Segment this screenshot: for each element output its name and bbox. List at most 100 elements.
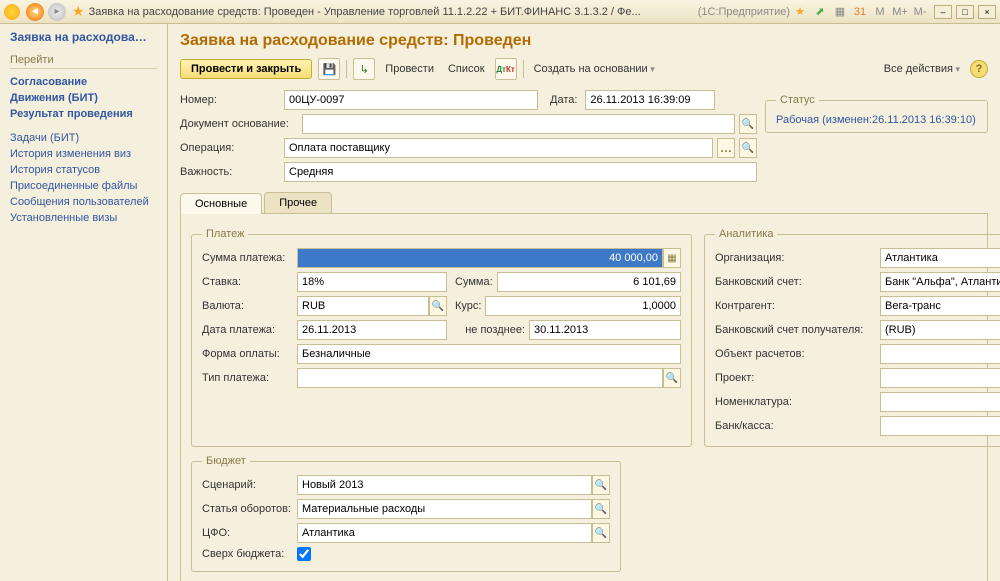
page-title: Заявка на расходование средств: Проведен bbox=[180, 32, 988, 50]
post-icon-button[interactable]: ↳ bbox=[353, 58, 375, 80]
bankacc-input[interactable] bbox=[880, 272, 1000, 292]
calendar-tool-icon[interactable]: 31 bbox=[852, 4, 868, 20]
org-label: Организация: bbox=[715, 252, 880, 264]
status-legend: Статус bbox=[776, 94, 819, 106]
app-logo-icon bbox=[4, 4, 20, 20]
save-button[interactable]: 💾 bbox=[318, 58, 340, 80]
number-label: Номер: bbox=[180, 94, 280, 106]
sidebar-item-set-visas[interactable]: Установленные визы bbox=[10, 211, 157, 225]
operation-label: Операция: bbox=[180, 142, 280, 154]
star-tool-icon[interactable]: ★ bbox=[792, 4, 808, 20]
sidebar-item-user-messages[interactable]: Сообщения пользователей bbox=[10, 195, 157, 209]
sidebar-item-status-history[interactable]: История статусов bbox=[10, 163, 157, 177]
favorite-star-icon[interactable]: ★ bbox=[72, 3, 85, 20]
sidebar-item-tasks[interactable]: Задачи (БИТ) bbox=[10, 131, 157, 145]
payment-sum-label: Сумма платежа: bbox=[202, 252, 297, 264]
until-input[interactable] bbox=[529, 320, 681, 340]
importance-label: Важность: bbox=[180, 166, 280, 178]
paytype-lookup-button[interactable]: 🔍 bbox=[663, 368, 681, 388]
counterparty-label: Контрагент: bbox=[715, 300, 880, 312]
go-tool-icon[interactable]: ⬈ bbox=[812, 4, 828, 20]
recvacc-input[interactable] bbox=[880, 320, 1000, 340]
create-based-on-dropdown[interactable]: Создать на основании bbox=[530, 60, 659, 78]
sidebar-item-attachments[interactable]: Присоединенные файлы bbox=[10, 179, 157, 193]
payment-legend: Платеж bbox=[202, 228, 248, 240]
window-title: Заявка на расходование средств: Проведен… bbox=[89, 6, 694, 18]
paytype-label: Тип платежа: bbox=[202, 372, 297, 384]
mem-mplus-button[interactable]: М+ bbox=[892, 4, 908, 20]
cash-input[interactable] bbox=[880, 416, 1000, 436]
basis-input[interactable] bbox=[302, 114, 735, 134]
mem-mminus-button[interactable]: М- bbox=[912, 4, 928, 20]
sidebar-item-posting-result[interactable]: Результат проведения bbox=[10, 107, 157, 121]
operation-lookup-button[interactable]: 🔍 bbox=[739, 138, 757, 158]
number-input[interactable] bbox=[284, 90, 538, 110]
cash-label: Банк/касса: bbox=[715, 420, 880, 432]
date-input[interactable] bbox=[585, 90, 715, 110]
org-input[interactable] bbox=[880, 248, 1000, 268]
rate-input[interactable] bbox=[297, 272, 447, 292]
payment-sum-calc-button[interactable]: ▦ bbox=[663, 248, 681, 268]
tab-main[interactable]: Основные bbox=[180, 193, 262, 214]
scenario-lookup-button[interactable]: 🔍 bbox=[592, 475, 610, 495]
bankacc-label: Банковский счет: bbox=[715, 276, 880, 288]
sidebar-item-visa-history[interactable]: История изменения виз bbox=[10, 147, 157, 161]
currency-input[interactable] bbox=[297, 296, 429, 316]
amount-label: Сумма: bbox=[455, 276, 493, 288]
sidebar-item-approval[interactable]: Согласование bbox=[10, 75, 157, 89]
status-link[interactable]: Рабочая (изменен:26.11.2013 16:39:10) bbox=[776, 114, 977, 126]
budget-legend: Бюджет bbox=[202, 455, 250, 467]
cfo-label: ЦФО: bbox=[202, 527, 297, 539]
paydate-label: Дата платежа: bbox=[202, 324, 297, 336]
nomen-label: Номенклатура: bbox=[715, 396, 880, 408]
calc-tool-icon[interactable]: ▦ bbox=[832, 4, 848, 20]
scenario-input[interactable] bbox=[297, 475, 592, 495]
post-link[interactable]: Провести bbox=[381, 60, 438, 78]
window-suffix: (1С:Предприятие) bbox=[698, 6, 790, 18]
currency-label: Валюта: bbox=[202, 300, 297, 312]
paytype-input[interactable] bbox=[297, 368, 663, 388]
payment-sum-input[interactable] bbox=[297, 248, 663, 268]
scenario-label: Сценарий: bbox=[202, 479, 297, 491]
breadcrumb[interactable]: Заявка на расходова… bbox=[10, 30, 157, 44]
sidebar-item-movements[interactable]: Движения (БИТ) bbox=[10, 91, 157, 105]
cfo-input[interactable] bbox=[297, 523, 592, 543]
recvacc-label: Банковский счет получателя: bbox=[715, 324, 880, 336]
exrate-input[interactable] bbox=[485, 296, 681, 316]
counterparty-input[interactable] bbox=[880, 296, 1000, 316]
settlement-label: Объект расчетов: bbox=[715, 348, 880, 360]
post-and-close-button[interactable]: Провести и закрыть bbox=[180, 59, 312, 79]
close-button[interactable]: × bbox=[978, 5, 996, 19]
amount-input[interactable] bbox=[497, 272, 681, 292]
importance-input[interactable] bbox=[284, 162, 757, 182]
over-budget-checkbox[interactable] bbox=[297, 547, 311, 561]
date-label: Дата: bbox=[550, 94, 577, 106]
cfo-lookup-button[interactable]: 🔍 bbox=[592, 523, 610, 543]
settlement-input[interactable] bbox=[880, 344, 1000, 364]
mem-m-button[interactable]: М bbox=[872, 4, 888, 20]
list-link[interactable]: Список bbox=[444, 60, 489, 78]
turnover-lookup-button[interactable]: 🔍 bbox=[592, 499, 610, 519]
operation-select-button[interactable]: … bbox=[717, 138, 735, 158]
project-label: Проект: bbox=[715, 372, 880, 384]
minimize-button[interactable]: – bbox=[934, 5, 952, 19]
payform-input[interactable] bbox=[297, 344, 681, 364]
tab-other[interactable]: Прочее bbox=[264, 192, 332, 213]
dtkt-button[interactable]: ДтКт bbox=[495, 58, 517, 80]
currency-lookup-button[interactable]: 🔍 bbox=[429, 296, 447, 316]
goto-section-label: Перейти bbox=[10, 54, 157, 69]
rate-label: Ставка: bbox=[202, 276, 297, 288]
operation-input[interactable] bbox=[284, 138, 713, 158]
project-input[interactable] bbox=[880, 368, 1000, 388]
help-button[interactable]: ? bbox=[970, 60, 988, 78]
until-label: не позднее: bbox=[455, 324, 525, 336]
over-budget-label: Сверх бюджета: bbox=[202, 548, 297, 560]
nav-forward-button[interactable]: ▸ bbox=[48, 3, 66, 21]
maximize-button[interactable]: □ bbox=[956, 5, 974, 19]
nav-back-button[interactable]: ◄ bbox=[26, 3, 44, 21]
all-actions-dropdown[interactable]: Все действия bbox=[880, 60, 964, 78]
nomen-input[interactable] bbox=[880, 392, 1000, 412]
paydate-input[interactable] bbox=[297, 320, 447, 340]
turnover-input[interactable] bbox=[297, 499, 592, 519]
basis-lookup-button[interactable]: 🔍 bbox=[739, 114, 757, 134]
